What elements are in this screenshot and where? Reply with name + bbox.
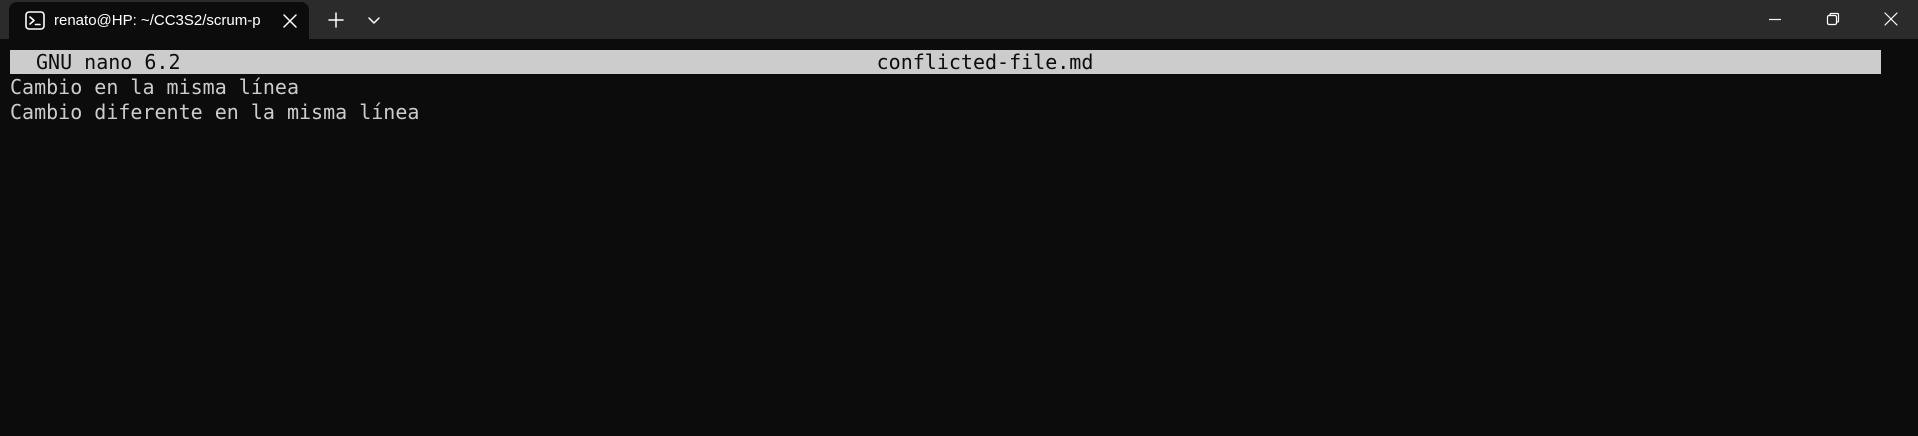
- tab-close-icon[interactable]: [282, 13, 298, 29]
- scrollbar[interactable]: [1904, 39, 1918, 436]
- tab-dropdown-button[interactable]: [364, 10, 384, 30]
- close-icon: [1884, 12, 1898, 26]
- terminal-tab[interactable]: renato@HP: ~/CC3S2/scrum-p: [9, 2, 309, 39]
- restore-icon: [1826, 12, 1840, 26]
- close-window-button[interactable]: [1862, 0, 1918, 39]
- tab-title: renato@HP: ~/CC3S2/scrum-p: [54, 12, 261, 29]
- title-bar: renato@HP: ~/CC3S2/scrum-p: [0, 0, 1918, 39]
- new-tab-button[interactable]: [325, 9, 347, 31]
- minimize-icon: [1769, 18, 1781, 21]
- minimize-button[interactable]: [1746, 0, 1804, 39]
- file-line[interactable]: Cambio en la misma línea: [10, 75, 299, 99]
- chevron-down-icon: [368, 17, 380, 24]
- plus-icon: [328, 12, 344, 28]
- file-line[interactable]: Cambio diferente en la misma línea: [10, 100, 419, 124]
- terminal-icon: [25, 11, 45, 30]
- nano-header-bar: GNU nano 6.2 conflicted-file.md: [10, 50, 1881, 74]
- nano-filename: conflicted-file.md: [876, 50, 1094, 74]
- nano-editor[interactable]: GNU nano 6.2 conflicted-file.md Cambio e…: [0, 39, 1918, 436]
- restore-button[interactable]: [1804, 0, 1862, 39]
